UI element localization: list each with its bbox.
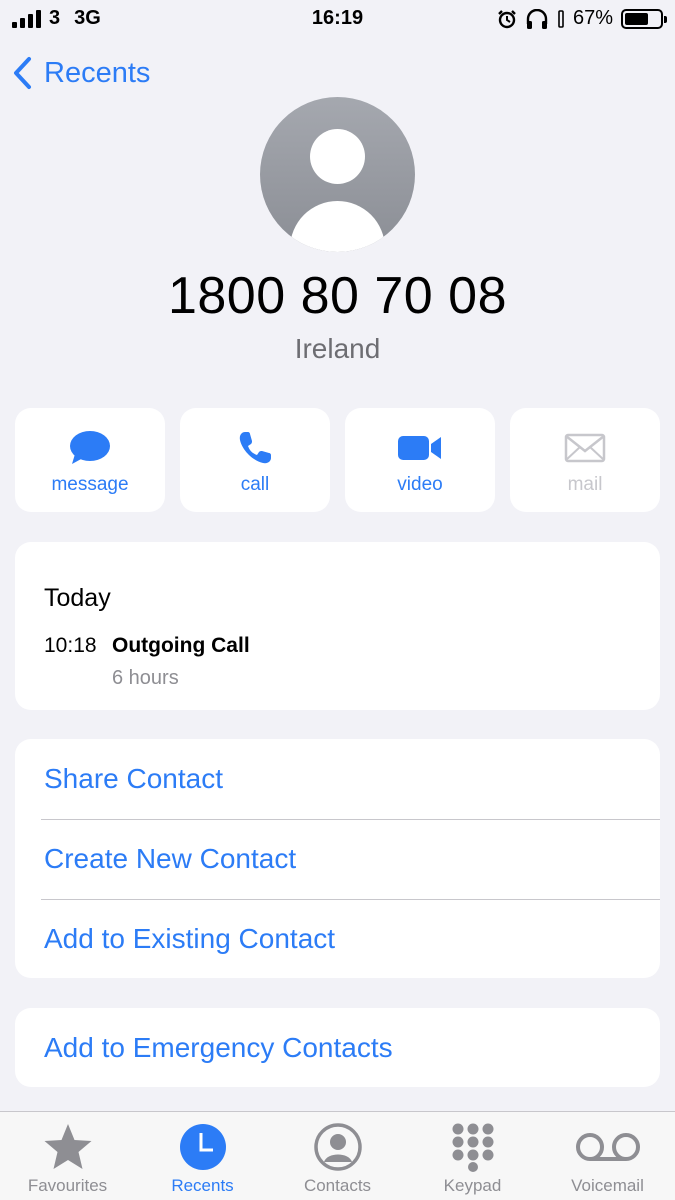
phone-icon xyxy=(239,432,271,464)
call-duration: 6 hours xyxy=(112,667,179,689)
action-row: message call video mail xyxy=(15,408,660,512)
person-circle-icon xyxy=(313,1123,362,1171)
contact-options-card: Share Contact Create New Contact Add to … xyxy=(15,739,660,978)
share-contact-button[interactable]: Share Contact xyxy=(15,739,660,819)
chevron-left-icon xyxy=(14,57,31,89)
call-label: call xyxy=(240,474,270,495)
star-icon xyxy=(44,1124,91,1169)
create-new-contact-button[interactable]: Create New Contact xyxy=(15,819,660,899)
mail-label: mail xyxy=(567,474,603,495)
call-button[interactable]: call xyxy=(180,408,330,512)
add-emergency-contact-button[interactable]: Add to Emergency Contacts xyxy=(15,1008,660,1088)
status-right: 67% xyxy=(497,7,667,30)
call-time: 10:18 xyxy=(44,634,97,657)
charging-icon xyxy=(558,9,564,28)
message-icon xyxy=(70,431,110,464)
tab-voicemail[interactable]: Voicemail xyxy=(540,1112,675,1200)
message-button[interactable]: message xyxy=(15,408,165,512)
avatar-shoulders xyxy=(290,201,385,252)
tab-voicemail-label: Voicemail xyxy=(571,1176,644,1195)
number-region: Ireland xyxy=(294,333,381,364)
headphones-icon xyxy=(526,8,548,29)
tab-contacts[interactable]: Contacts xyxy=(270,1112,405,1200)
tab-contacts-label: Contacts xyxy=(303,1176,372,1195)
video-button[interactable]: video xyxy=(345,408,495,512)
add-to-existing-contact-button[interactable]: Add to Existing Contact xyxy=(15,899,660,979)
clock-icon xyxy=(179,1124,226,1170)
back-label: Recents xyxy=(44,56,151,89)
tab-favourites-label: Favourites xyxy=(27,1176,108,1195)
tab-bar: Favourites Recents Contacts Keypad Voice… xyxy=(0,1111,675,1200)
battery-icon xyxy=(621,8,667,29)
phone-number: 1800 80 70 08 xyxy=(167,267,508,325)
contact-avatar xyxy=(260,97,415,252)
keypad-icon xyxy=(452,1123,493,1172)
tab-favourites[interactable]: Favourites xyxy=(0,1112,135,1200)
call-history-card: Today 10:18 Outgoing Call 6 hours xyxy=(15,542,660,710)
video-label: video xyxy=(397,474,443,495)
video-icon xyxy=(398,436,441,460)
battery-percent: 67% xyxy=(572,7,613,29)
call-type: Outgoing Call xyxy=(112,634,250,657)
history-day: Today xyxy=(44,584,111,612)
alarm-icon xyxy=(498,9,516,28)
mail-icon xyxy=(564,433,606,463)
voicemail-icon xyxy=(575,1133,640,1161)
tab-keypad[interactable]: Keypad xyxy=(405,1112,540,1200)
back-button[interactable]: Recents xyxy=(12,56,150,90)
tab-recents[interactable]: Recents xyxy=(135,1112,270,1200)
emergency-card: Add to Emergency Contacts xyxy=(15,1008,660,1087)
battery-fill xyxy=(625,12,648,25)
avatar-head xyxy=(310,129,365,184)
tab-keypad-label: Keypad xyxy=(443,1176,502,1195)
mail-button[interactable]: mail xyxy=(510,408,660,512)
status-bar: 3 3G 16:19 67% xyxy=(0,0,675,38)
message-label: message xyxy=(51,474,129,495)
tab-recents-label: Recents xyxy=(171,1176,234,1195)
